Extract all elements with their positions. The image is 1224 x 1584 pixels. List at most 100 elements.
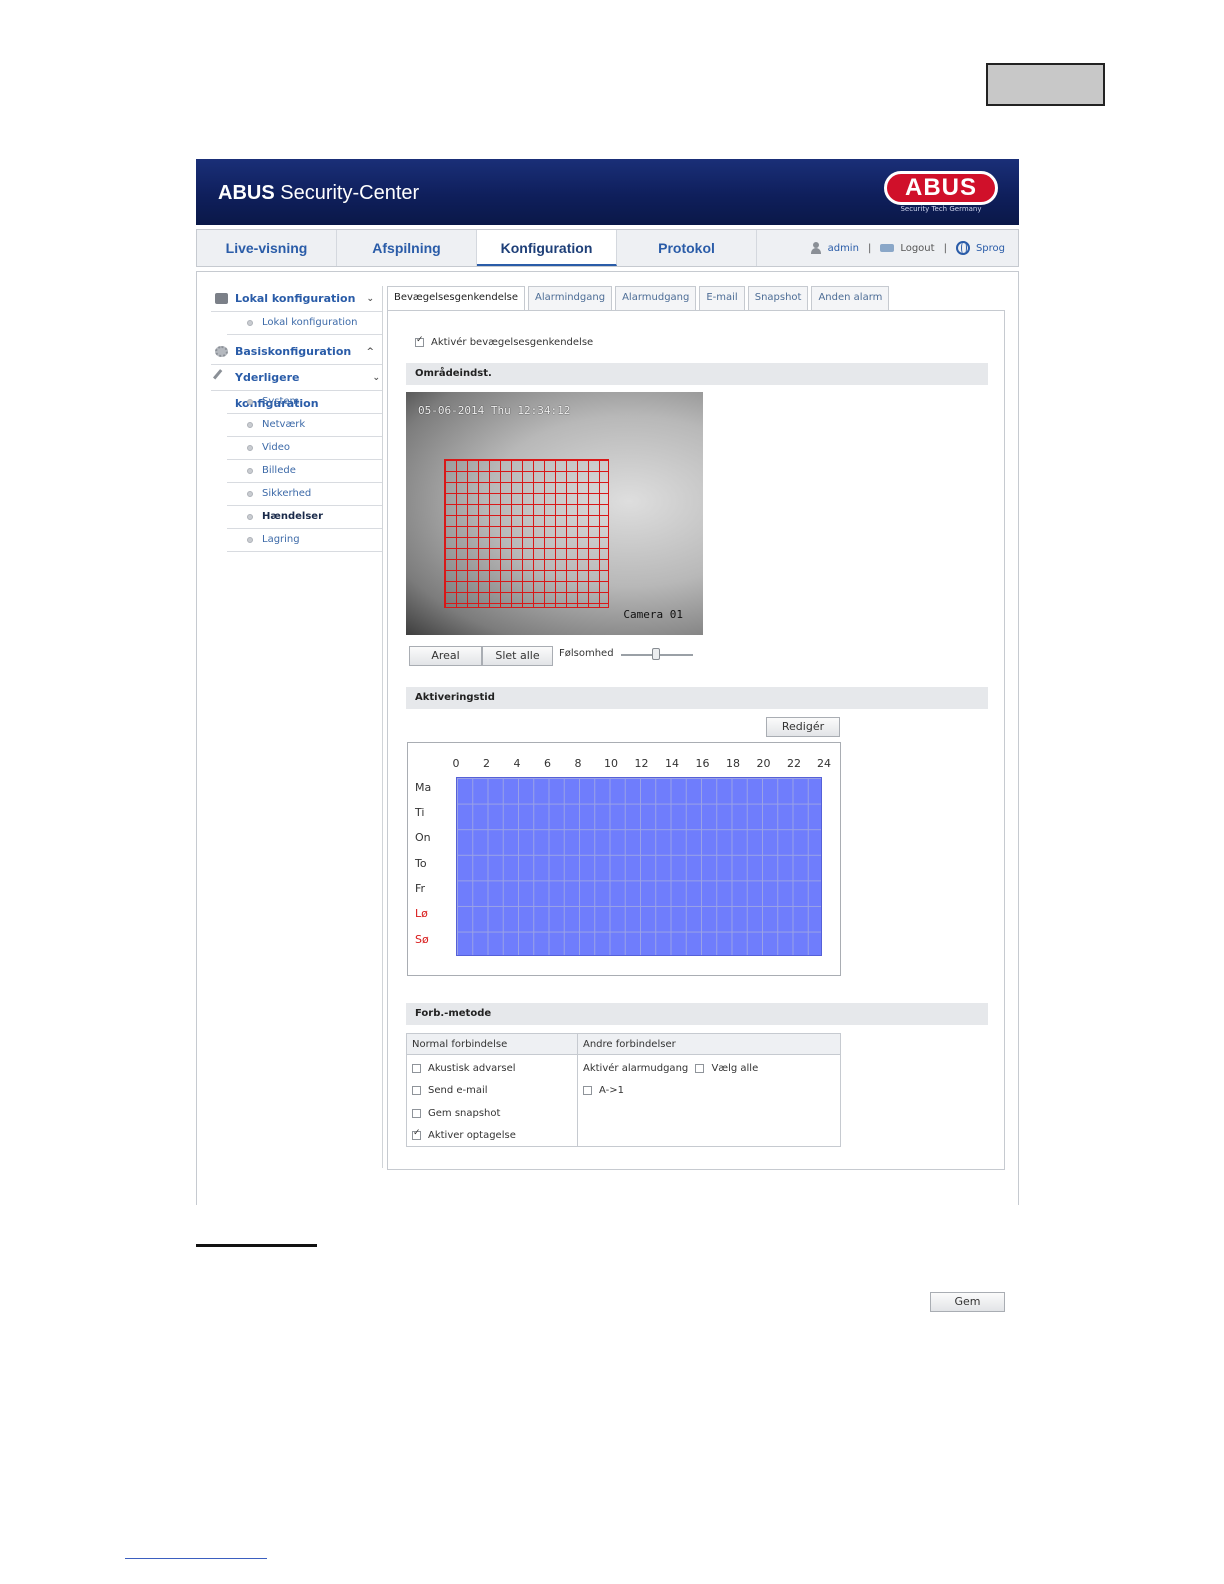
day-label-weekend: Sø — [415, 933, 429, 946]
language-link[interactable]: Sprog — [976, 243, 1005, 254]
sidebar-item-video[interactable]: Video — [227, 437, 382, 460]
sidebar-item-security[interactable]: Sikkerhed — [227, 483, 382, 506]
video-camera-label: Camera 01 — [623, 608, 683, 621]
video-preview[interactable]: 05-06-2014 Thu 12:34:12 Camera 01 — [406, 392, 703, 635]
logout-icon[interactable] — [880, 244, 895, 252]
hour-label: 14 — [665, 757, 679, 770]
day-label: Ma — [415, 781, 432, 794]
audible-warning-checkbox[interactable] — [412, 1063, 421, 1073]
heading-underline — [196, 1244, 317, 1247]
alarm-output-row: Aktivér alarmudgang Vælg alle — [583, 1063, 758, 1074]
bullet-icon — [247, 422, 253, 428]
sidebar-item-system[interactable]: System — [227, 391, 382, 414]
wrench-icon — [212, 369, 231, 386]
sensitivity-label: Følsomhed — [559, 648, 614, 659]
nav-tab-configuration[interactable]: Konfiguration — [477, 230, 617, 266]
linkage-item: Akustisk advarsel — [412, 1063, 516, 1074]
logout-link[interactable]: Logout — [900, 243, 934, 254]
tab-other-alarm[interactable]: Anden alarm — [811, 286, 890, 310]
user-name[interactable]: admin — [828, 243, 859, 254]
nav-tab-live[interactable]: Live-visning — [197, 230, 337, 266]
user-icon — [810, 242, 822, 254]
enable-motion-label: Aktivér bevægelsesgenkendelse — [431, 337, 594, 348]
edit-schedule-button[interactable]: Redigér — [766, 717, 840, 737]
day-label: On — [415, 831, 431, 844]
hour-label: 20 — [756, 757, 771, 770]
sensitivity-slider-handle[interactable] — [652, 648, 660, 660]
motion-area-grid[interactable] — [444, 459, 609, 608]
globe-icon[interactable] — [955, 241, 970, 255]
save-snapshot-checkbox[interactable] — [412, 1108, 421, 1118]
hour-label: 18 — [726, 757, 740, 770]
other-linkage-header: Andre forbindelser — [578, 1034, 840, 1055]
area-button[interactable]: Areal — [409, 646, 482, 666]
linkage-table: Normal forbindelse Andre forbindelser Ak… — [406, 1033, 841, 1147]
tab-motion-detection[interactable]: Bevægelsesgenkendelse — [387, 286, 526, 311]
nav-separator: | — [943, 242, 947, 254]
chevron-up-icon[interactable]: ^ — [366, 339, 374, 365]
tab-alarm-output[interactable]: Alarmudgang — [615, 286, 697, 310]
alarm-output-a1-checkbox[interactable] — [583, 1085, 592, 1095]
tab-email[interactable]: E-mail — [699, 286, 745, 310]
nav-tab-playback[interactable]: Afspilning — [337, 230, 477, 266]
logo-text: ABUS — [884, 171, 998, 205]
logo-subtitle: Security Tech Germany — [900, 205, 982, 213]
app-header: ABUS Security-Center ABUS Security Tech … — [196, 159, 1019, 225]
bullet-icon — [247, 445, 253, 451]
sidebar-group-basic[interactable]: Basiskonfiguration ^ — [211, 339, 382, 365]
tab-alarm-input[interactable]: Alarmindgang — [528, 286, 613, 310]
day-label: Ti — [415, 806, 425, 819]
hour-label: 0 — [452, 757, 460, 770]
footnote-rule — [125, 1558, 267, 1559]
send-email-checkbox[interactable] — [412, 1085, 421, 1095]
enable-motion-row: Aktivér bevægelsesgenkendelse — [415, 335, 594, 348]
linkage-divider — [577, 1034, 578, 1146]
sidebar-item-events[interactable]: Hændelser — [227, 506, 382, 529]
sidebar-group-advanced[interactable]: Yderligere konfiguration ⌄ — [211, 365, 382, 410]
schedule-grid[interactable] — [456, 777, 822, 956]
day-label-weekend: Lø — [415, 907, 428, 920]
hour-label: 10 — [604, 757, 618, 770]
abus-security-center-window: ABUS Security-Center ABUS Security Tech … — [196, 159, 1019, 1312]
hour-label: 24 — [817, 757, 831, 770]
select-all-checkbox[interactable] — [695, 1063, 705, 1073]
enable-motion-checkbox[interactable] — [415, 335, 424, 347]
tab-snapshot[interactable]: Snapshot — [747, 286, 809, 310]
bullet-icon — [247, 320, 253, 326]
sidebar-item-storage[interactable]: Lagring — [227, 529, 382, 552]
bullet-icon — [247, 537, 253, 543]
linkage-item: Aktiver optagelse — [412, 1128, 516, 1141]
monitor-icon — [215, 293, 228, 304]
alarm-output-label: Aktivér alarmudgang — [583, 1063, 689, 1074]
hour-label: 4 — [513, 757, 521, 770]
sidebar: Lokal konfiguration ⌄ Lokal konfiguratio… — [211, 286, 382, 552]
sidebar-item-local-config[interactable]: Lokal konfiguration — [227, 312, 382, 335]
activation-time-header: Aktiveringstid — [406, 687, 988, 709]
day-label: Fr — [415, 882, 426, 895]
save-button[interactable]: Gem — [930, 1292, 1005, 1312]
sidebar-item-network[interactable]: Netværk — [227, 414, 382, 437]
hour-label: 16 — [695, 757, 710, 770]
linkage-item: A->1 — [583, 1085, 624, 1096]
bullet-icon — [247, 491, 253, 497]
linkage-item: Send e-mail — [412, 1085, 488, 1096]
hour-label: 8 — [574, 757, 582, 770]
nav-separator: | — [867, 242, 872, 254]
nav-tab-log[interactable]: Protokol — [617, 230, 757, 266]
main-nav: Live-visning Afspilning Konfiguration Pr… — [196, 229, 1019, 267]
linkage-item: Gem snapshot — [412, 1108, 500, 1119]
chevron-down-icon[interactable]: ⌄ — [366, 286, 374, 312]
enable-recording-checkbox[interactable] — [412, 1128, 421, 1140]
hour-label: 2 — [483, 757, 490, 770]
bullet-icon — [247, 468, 253, 474]
chevron-down-icon[interactable]: ⌄ — [372, 365, 380, 391]
clear-all-button[interactable]: Slet alle — [482, 646, 553, 666]
normal-linkage-header: Normal forbindelse — [407, 1034, 577, 1055]
sidebar-group-local[interactable]: Lokal konfiguration ⌄ — [211, 286, 382, 312]
abus-logo: ABUS Security Tech Germany — [884, 171, 998, 213]
day-label: To — [415, 857, 427, 870]
user-area: admin | Logout | Sprog — [807, 230, 1008, 266]
page-number-box — [986, 63, 1105, 106]
schedule-chart[interactable]: 0 2 4 6 8 10 12 14 16 18 20 22 24 Ma Ti … — [407, 742, 841, 976]
sidebar-item-image[interactable]: Billede — [227, 460, 382, 483]
